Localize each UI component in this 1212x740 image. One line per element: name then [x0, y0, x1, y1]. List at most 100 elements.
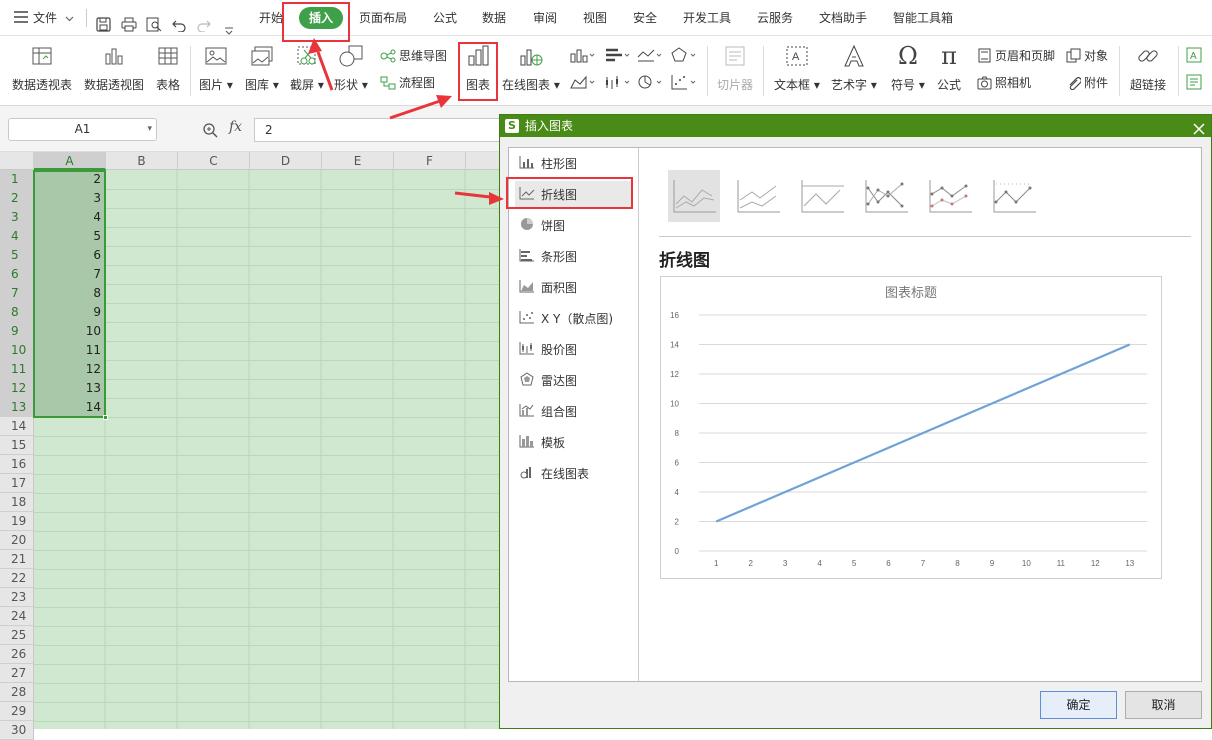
chart-category-item[interactable]: 饼图 — [515, 212, 633, 238]
stock-chart-dropdown-icon[interactable] — [604, 74, 630, 90]
spreadsheet-grid[interactable]: A B C D E F 1 2 3 4 5 6 7 8 9 10 11 12 13 14 15 16 17 18 1… — [0, 152, 500, 740]
tab-developer[interactable]: 开发工具 — [683, 0, 731, 36]
row-header[interactable]: 3 — [0, 208, 34, 227]
row-header[interactable]: 6 — [0, 265, 34, 284]
chart-category-item[interactable]: 雷达图 — [515, 367, 633, 393]
column-header-f[interactable]: F — [394, 152, 466, 170]
tab-formulas[interactable]: 公式 — [433, 0, 457, 36]
column-header-b[interactable]: B — [106, 152, 178, 170]
select-all-corner[interactable] — [0, 152, 34, 170]
row-header[interactable]: 26 — [0, 645, 34, 664]
pivot-chart-button[interactable]: 数据透视图 — [84, 42, 144, 93]
row-header[interactable]: 21 — [0, 550, 34, 569]
row-header[interactable]: 9 — [0, 322, 34, 341]
textbox-button[interactable]: A 文本框 ▾ — [774, 42, 820, 93]
name-box[interactable]: A1 ▾ — [8, 118, 157, 141]
line-thumb-percent[interactable] — [796, 170, 848, 222]
column-header-d[interactable]: D — [250, 152, 322, 170]
chart-category-item[interactable]: 组合图 — [515, 398, 633, 424]
online-chart-button[interactable]: 在线图表 ▾ — [502, 42, 560, 93]
row-header[interactable]: 22 — [0, 569, 34, 588]
chart-category-item[interactable]: 条形图 — [515, 243, 633, 269]
tab-home[interactable]: 开始 — [259, 0, 283, 36]
column-header-g[interactable] — [466, 152, 500, 170]
redo-icon[interactable] — [197, 10, 211, 33]
row-header[interactable]: 29 — [0, 702, 34, 721]
wordart-button[interactable]: 艺术字 ▾ — [831, 42, 877, 93]
fill-handle[interactable] — [103, 415, 108, 420]
tab-view[interactable]: 视图 — [583, 0, 607, 36]
column-header-e[interactable]: E — [322, 152, 394, 170]
header-footer-button[interactable]: 页眉和页脚 — [977, 47, 1055, 64]
object-button[interactable]: 对象 — [1066, 47, 1108, 64]
row-header[interactable]: 12 — [0, 379, 34, 398]
picture-button[interactable]: 图片 ▾ — [199, 42, 233, 93]
row-header[interactable]: 8 — [0, 303, 34, 322]
row-header[interactable]: 5 — [0, 246, 34, 265]
area-chart-dropdown-icon[interactable] — [569, 74, 595, 90]
row-header[interactable]: 11 — [0, 360, 34, 379]
tab-review[interactable]: 审阅 — [533, 0, 557, 36]
screenshot-button[interactable]: 截屏 ▾ — [290, 42, 324, 93]
ok-button[interactable]: 确定 — [1040, 691, 1117, 719]
bar-chart-dropdown-icon[interactable] — [604, 47, 630, 63]
row-header[interactable]: 20 — [0, 531, 34, 550]
symbol-button[interactable]: Ω 符号 ▾ — [891, 42, 925, 93]
equation-button[interactable]: π 公式 — [935, 42, 963, 93]
chart-category-item[interactable]: 模板 — [515, 429, 633, 455]
row-header[interactable]: 4 — [0, 227, 34, 246]
tab-data[interactable]: 数据 — [482, 0, 506, 36]
save-icon[interactable] — [96, 10, 111, 32]
row-header[interactable]: 16 — [0, 455, 34, 474]
tab-page-layout[interactable]: 页面布局 — [359, 0, 407, 36]
row-header[interactable]: 1 — [0, 170, 34, 189]
quick-access-dropdown-icon[interactable] — [224, 13, 234, 35]
row-header[interactable]: 27 — [0, 664, 34, 683]
row-header[interactable]: 14 — [0, 417, 34, 436]
row-header[interactable]: 15 — [0, 436, 34, 455]
chart-category-item[interactable]: 股价图 — [515, 336, 633, 362]
dialog-title-bar[interactable]: S 插入图表 — [500, 115, 1211, 137]
formula-input[interactable]: 2 — [254, 118, 514, 142]
line-thumb-stacked-markers[interactable] — [924, 170, 976, 222]
scatter-chart-dropdown-icon[interactable] — [670, 74, 696, 90]
row-header[interactable]: 30 — [0, 721, 34, 740]
hyperlink-button[interactable]: 超链接 — [1130, 42, 1166, 93]
column-chart-dropdown-icon[interactable] — [569, 47, 595, 63]
line-thumb-markers[interactable] — [860, 170, 912, 222]
radar-chart-dropdown-icon[interactable] — [670, 47, 696, 63]
row-header[interactable]: 10 — [0, 341, 34, 360]
row-header[interactable]: 23 — [0, 588, 34, 607]
flowchart-button[interactable]: 流程图 — [380, 74, 435, 91]
print-preview-icon[interactable] — [146, 10, 162, 32]
row-header[interactable]: 13 — [0, 398, 34, 417]
chart-category-item[interactable]: 面积图 — [515, 274, 633, 300]
fx-label[interactable]: fx — [229, 119, 242, 135]
tab-cloud-service[interactable]: 云服务 — [757, 0, 793, 36]
undo-icon[interactable] — [172, 10, 186, 33]
form-field-icon[interactable] — [1186, 74, 1202, 90]
row-header[interactable]: 17 — [0, 474, 34, 493]
row-header[interactable]: 28 — [0, 683, 34, 702]
tab-doc-assistant[interactable]: 文档助手 — [819, 0, 867, 36]
row-header[interactable]: 19 — [0, 512, 34, 531]
gallery-button[interactable]: 图库 ▾ — [245, 42, 279, 93]
column-header-a[interactable]: A — [34, 152, 106, 170]
column-header-c[interactable]: C — [178, 152, 250, 170]
print-icon[interactable] — [121, 10, 137, 32]
row-header[interactable]: 25 — [0, 626, 34, 645]
text-frame-icon[interactable]: A — [1186, 47, 1202, 63]
zoom-icon[interactable] — [202, 122, 218, 141]
tab-smart-toolbox[interactable]: 智能工具箱 — [893, 0, 953, 36]
close-icon[interactable] — [1193, 120, 1205, 142]
table-button[interactable]: 表格 — [154, 42, 182, 93]
chart-category-item[interactable]: X Y（散点图) — [515, 305, 633, 331]
line-thumb-percent-markers[interactable] — [988, 170, 1040, 222]
camera-button[interactable]: 照相机 — [977, 74, 1031, 91]
shapes-button[interactable]: 形状 ▾ — [334, 42, 368, 93]
chart-category-item[interactable]: 在线图表 — [515, 460, 633, 486]
pie-chart-dropdown-icon[interactable] — [636, 74, 662, 90]
row-header[interactable]: 24 — [0, 607, 34, 626]
row-header[interactable]: 7 — [0, 284, 34, 303]
mindmap-button[interactable]: 思维导图 — [380, 47, 447, 64]
